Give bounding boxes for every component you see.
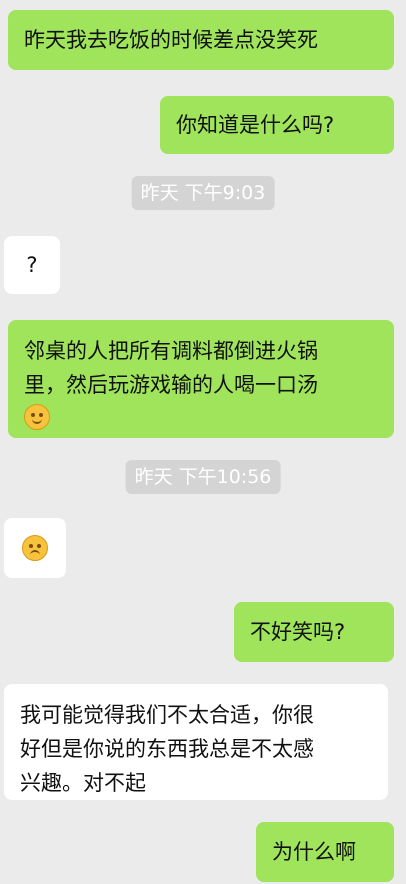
thinking-emoji-icon xyxy=(22,535,48,561)
message-sent-5[interactable]: 为什么啊 xyxy=(256,822,394,882)
message-text-line-2: 里，然后玩游戏输的人喝一口汤 xyxy=(24,373,318,397)
message-text-line-1: 我可能觉得我们不太合适，你很 xyxy=(20,703,314,727)
message-sent-1[interactable]: 昨天我去吃饭的时候差点没笑死 xyxy=(8,10,394,70)
message-text: 你知道是什么吗? xyxy=(176,113,335,137)
chat-window: 昨天我去吃饭的时候差点没笑死 你知道是什么吗? 昨天 下午9:03 ? 邻桌的人… xyxy=(0,0,406,884)
message-received-1[interactable]: ? xyxy=(4,236,60,294)
timestamp-1: 昨天 下午9:03 xyxy=(131,176,275,210)
message-text: 不好笑吗? xyxy=(250,620,346,644)
message-sent-4[interactable]: 不好笑吗? xyxy=(234,602,394,662)
message-received-3[interactable]: 我可能觉得我们不太合适，你很 好但是你说的东西我总是不太感 兴趣。对不起 xyxy=(4,684,388,800)
grin-emoji-icon xyxy=(24,404,50,430)
timestamp-2: 昨天 下午10:56 xyxy=(125,460,281,494)
message-sent-3[interactable]: 邻桌的人把所有调料都倒进火锅 里，然后玩游戏输的人喝一口汤 xyxy=(8,320,394,438)
message-sent-2[interactable]: 你知道是什么吗? xyxy=(160,96,394,154)
message-text: 昨天我去吃饭的时候差点没笑死 xyxy=(24,28,318,52)
message-text-line-1: 邻桌的人把所有调料都倒进火锅 xyxy=(24,339,318,363)
message-received-2[interactable] xyxy=(4,518,66,578)
message-text: ? xyxy=(26,253,38,277)
message-text-line-2: 好但是你说的东西我总是不太感 xyxy=(20,737,314,761)
message-text: 为什么啊 xyxy=(272,840,356,864)
message-text-line-3: 兴趣。对不起 xyxy=(20,771,146,795)
